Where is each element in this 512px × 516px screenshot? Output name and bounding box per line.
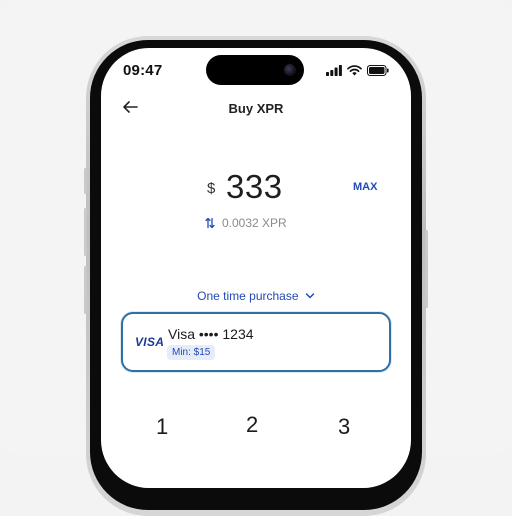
page-title: Buy XPR xyxy=(228,101,284,116)
keypad-key-3[interactable]: 3 xyxy=(338,414,350,440)
max-button[interactable]: MAX xyxy=(353,181,377,193)
conversion-value: 0.0032 XPR xyxy=(222,216,287,230)
camera-icon xyxy=(284,64,296,76)
amount-display: $ 333 MAX xyxy=(101,166,411,210)
payment-method-card[interactable]: VISA Visa •••• 1234 Min: $15 xyxy=(121,312,391,372)
status-time: 09:47 xyxy=(123,62,163,79)
dynamic-island xyxy=(206,55,304,85)
phone-side-button xyxy=(84,168,87,194)
battery-icon xyxy=(367,65,389,76)
purchase-type-label: One time purchase xyxy=(197,288,299,303)
swap-arrows-icon xyxy=(205,217,215,229)
phone-volume-up-button xyxy=(84,208,87,256)
phone-screen: 09:47 Buy XPR $ 333 MAX 0.0032 XPR One t… xyxy=(101,48,411,488)
phone-volume-down-button xyxy=(84,266,87,314)
amount-value[interactable]: 333 xyxy=(226,168,283,206)
minimum-amount-badge: Min: $15 xyxy=(167,345,216,360)
purchase-type-selector[interactable]: One time purchase xyxy=(101,288,411,303)
wifi-icon xyxy=(347,65,362,76)
status-icons xyxy=(326,65,389,76)
cellular-signal-icon xyxy=(326,65,342,76)
phone-power-button xyxy=(425,230,428,308)
keypad-key-1[interactable]: 1 xyxy=(156,414,168,440)
numeric-keypad: 1 2 3 xyxy=(101,412,411,453)
currency-symbol: $ xyxy=(207,180,216,197)
keypad-key-2[interactable]: 2 xyxy=(246,412,258,438)
visa-logo: VISA xyxy=(135,335,165,349)
conversion-row[interactable]: 0.0032 XPR xyxy=(205,216,287,230)
chevron-down-icon xyxy=(305,293,315,299)
payment-method-label: Visa •••• 1234 xyxy=(168,326,254,342)
